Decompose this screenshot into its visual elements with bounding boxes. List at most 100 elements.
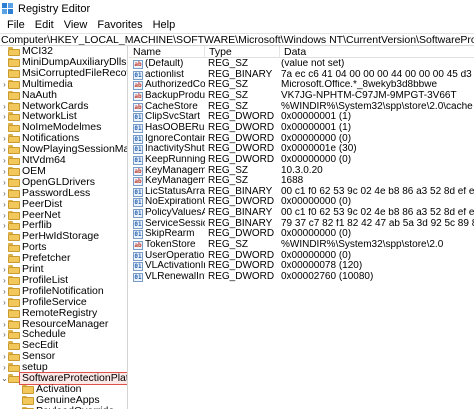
value-row[interactable]: ab TokenStore REG_SZ %WINDIR%\System32\spp\…: [129, 240, 474, 251]
chevron-right-icon[interactable]: [1, 385, 8, 394]
column-type-header[interactable]: Type: [205, 46, 280, 58]
value-row[interactable]: 01 ClipSvcStart REG_DWORD 0x00000001 (1): [129, 112, 474, 123]
value-row[interactable]: abBackupProduct...REG_SZ VK7JG-NPHTM-C97J…: [129, 91, 474, 102]
chevron-right-icon[interactable]: [1, 69, 8, 78]
value-data: Microsoft.Office.*_8wekyb3d8bbwe: [281, 80, 438, 91]
tree-item[interactable]: › Schedule: [0, 329, 127, 340]
chevron-right-icon[interactable]: [1, 91, 8, 100]
value-data: 0x00000000 (0): [281, 229, 352, 240]
tree-item[interactable]: Prefetcher: [0, 253, 127, 264]
chevron-right-icon[interactable]: ›: [1, 363, 8, 372]
tree-item[interactable]: › Sensor: [0, 351, 127, 362]
chevron-right-icon[interactable]: ›: [1, 211, 8, 220]
tree-item[interactable]: › NtVdm64: [0, 155, 127, 166]
tree-item[interactable]: PerHwIdStorage: [0, 231, 127, 242]
chevron-right-icon[interactable]: ›: [1, 189, 8, 198]
value-row[interactable]: 01 SkipRearm REG_DWORD 0x00000000 (0): [129, 229, 474, 240]
value-row[interactable]: 01 LicStatusArray REG_BINARY 00 c1 f0 62 53…: [129, 187, 474, 198]
menu-help[interactable]: Help: [148, 18, 181, 32]
menu-file[interactable]: File: [2, 18, 30, 32]
value-row[interactable]: abAuthorizedCont...REG_SZ Microsoft.Offic…: [129, 80, 474, 91]
value-type: REG_SZ: [208, 240, 249, 251]
chevron-right-icon[interactable]: [1, 123, 8, 132]
column-data-header[interactable]: Data: [280, 46, 474, 58]
address-bar[interactable]: Computer\HKEY_LOCAL_MACHINE\SOFTWARE\Mic…: [0, 33, 474, 46]
chevron-right-icon[interactable]: ›: [1, 320, 8, 329]
value-row[interactable]: ab (Default) REG_SZ (value not set): [129, 59, 474, 70]
column-header: Name Type Data: [129, 46, 474, 58]
folder-icon: [8, 221, 20, 231]
value-data: 0x00000078 (120): [281, 261, 363, 272]
value-name: UserOperations: [145, 250, 205, 261]
value-row[interactable]: abKeyManagemen...REG_SZ 1688: [129, 176, 474, 187]
chevron-right-icon[interactable]: ›: [1, 134, 8, 143]
value-data: 10.3.0.20: [281, 165, 323, 176]
value-row[interactable]: 01IgnoreContainer...REG_DWORD 0x00000000 …: [129, 134, 474, 145]
chevron-right-icon[interactable]: [1, 309, 8, 318]
value-row[interactable]: 01VLActivationInt...REG_DWORD 0x00000078 …: [129, 261, 474, 272]
tree-item[interactable]: › Multimedia: [0, 78, 127, 90]
chevron-right-icon[interactable]: ›: [1, 330, 8, 339]
tree-item[interactable]: SecEdit: [0, 340, 127, 351]
chevron-right-icon[interactable]: [1, 341, 8, 350]
chevron-right-icon[interactable]: ›: [1, 298, 8, 307]
value-name: TokenStore: [145, 240, 196, 251]
chevron-right-icon[interactable]: [1, 243, 8, 252]
chevron-right-icon[interactable]: [1, 254, 8, 263]
chevron-right-icon[interactable]: ›: [1, 200, 8, 209]
menu-favorites[interactable]: Favorites: [92, 18, 147, 32]
binary-value-icon: 01: [133, 134, 143, 144]
binary-value-icon: 01: [133, 123, 143, 133]
tree-item[interactable]: › PeerNet: [0, 209, 127, 221]
value-row[interactable]: abKeyManagemen...REG_SZ 10.3.0.20: [129, 166, 474, 177]
chevron-right-icon[interactable]: ›: [1, 265, 8, 274]
chevron-right-icon[interactable]: [1, 232, 8, 241]
tree-item[interactable]: › PeerDist: [0, 198, 127, 210]
value-row[interactable]: 01InactivityShutdo...REG_DWORD 0x0000001e…: [129, 144, 474, 155]
value-name: PolicyValuesArray: [145, 208, 205, 219]
title-bar: Registry Editor: [0, 0, 474, 17]
menu-edit[interactable]: Edit: [30, 18, 59, 32]
chevron-down-icon[interactable]: ⌄: [1, 374, 8, 383]
chevron-right-icon[interactable]: ›: [1, 167, 8, 176]
column-name-header[interactable]: Name: [129, 46, 205, 58]
chevron-right-icon[interactable]: ›: [1, 80, 8, 89]
value-type: REG_BINARY: [208, 218, 273, 229]
value-name: VLRenewalInterval: [145, 272, 205, 282]
folder-icon: [8, 123, 20, 133]
value-row[interactable]: 01KeepRunningTh...REG_DWORD 0x00000000 (0…: [129, 155, 474, 166]
value-row[interactable]: 01ServiceSessionIdREG_BINARY 79 37 c7 82 …: [129, 219, 474, 230]
value-row[interactable]: ab CacheStore REG_SZ %WINDIR%\System32\spp\…: [129, 102, 474, 113]
chevron-right-icon[interactable]: ›: [1, 145, 8, 154]
key-tree[interactable]: MCI32 MiniDumpAuxiliaryDlls MsiCorruptedFi…: [0, 46, 128, 409]
value-row[interactable]: 01PolicyValuesArrayREG_BINARY 00 c1 f0 62…: [129, 208, 474, 219]
chevron-right-icon[interactable]: ›: [1, 221, 8, 230]
value-row[interactable]: 01NoExpirationUXREG_DWORD 0x00000000 (0): [129, 197, 474, 208]
tree-item[interactable]: NaAuth: [0, 89, 127, 101]
folder-icon: [8, 232, 20, 242]
folder-icon: [22, 384, 34, 394]
chevron-right-icon[interactable]: ›: [1, 352, 8, 361]
values-pane[interactable]: Name Type Data ab (Default) REG_SZ (value n…: [129, 46, 474, 409]
value-name: KeyManagemen...: [145, 176, 205, 187]
chevron-right-icon[interactable]: [1, 58, 8, 67]
folder-icon: [8, 68, 20, 78]
value-row[interactable]: 01 HasOOBERun REG_DWORD 0x00000001 (1): [129, 123, 474, 134]
value-row[interactable]: 01 actionlist REG_BINARY 7a ec c6 41 04 00 …: [129, 70, 474, 81]
folder-icon: [8, 47, 20, 56]
chevron-right-icon[interactable]: [1, 47, 8, 56]
chevron-right-icon[interactable]: ›: [1, 178, 8, 187]
tree-item[interactable]: RemoteRegistry: [0, 307, 127, 319]
chevron-right-icon[interactable]: [1, 396, 8, 405]
value-row[interactable]: 01UserOperationsREG_DWORD 0x00000000 (0): [129, 251, 474, 262]
menu-view[interactable]: View: [59, 18, 93, 32]
value-type: REG_SZ: [208, 90, 249, 101]
tree-item[interactable]: › PasswordLess: [0, 187, 127, 199]
folder-icon: [8, 90, 20, 100]
chevron-right-icon[interactable]: ›: [1, 276, 8, 285]
value-row[interactable]: 01VLRenewalIntervalREG_DWORD 0x00002760 (…: [129, 272, 474, 283]
chevron-right-icon[interactable]: ›: [1, 287, 8, 296]
chevron-right-icon[interactable]: ›: [1, 102, 8, 111]
chevron-right-icon[interactable]: ›: [1, 112, 8, 121]
chevron-right-icon[interactable]: ›: [1, 156, 8, 165]
